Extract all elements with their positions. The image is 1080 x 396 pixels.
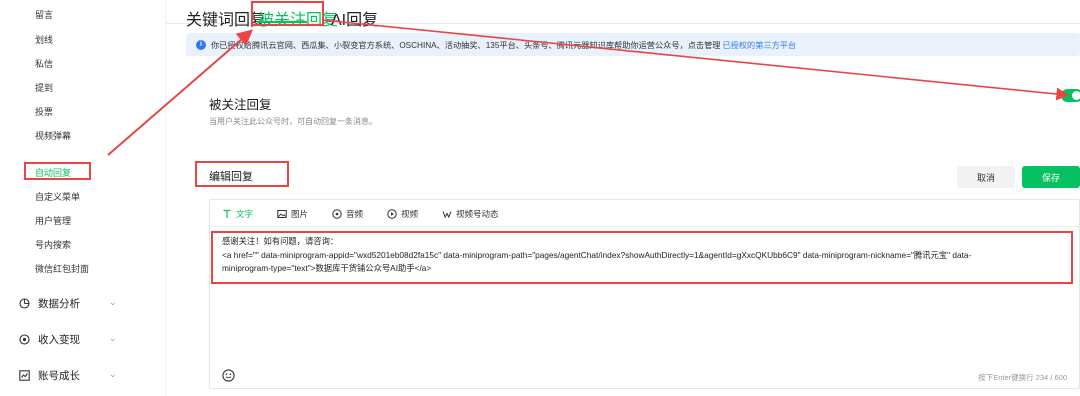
arrow-sidebar-to-tab	[107, 29, 254, 156]
arrow-tab-to-toggle	[321, 19, 1070, 101]
annotation-arrows	[107, 19, 1070, 156]
